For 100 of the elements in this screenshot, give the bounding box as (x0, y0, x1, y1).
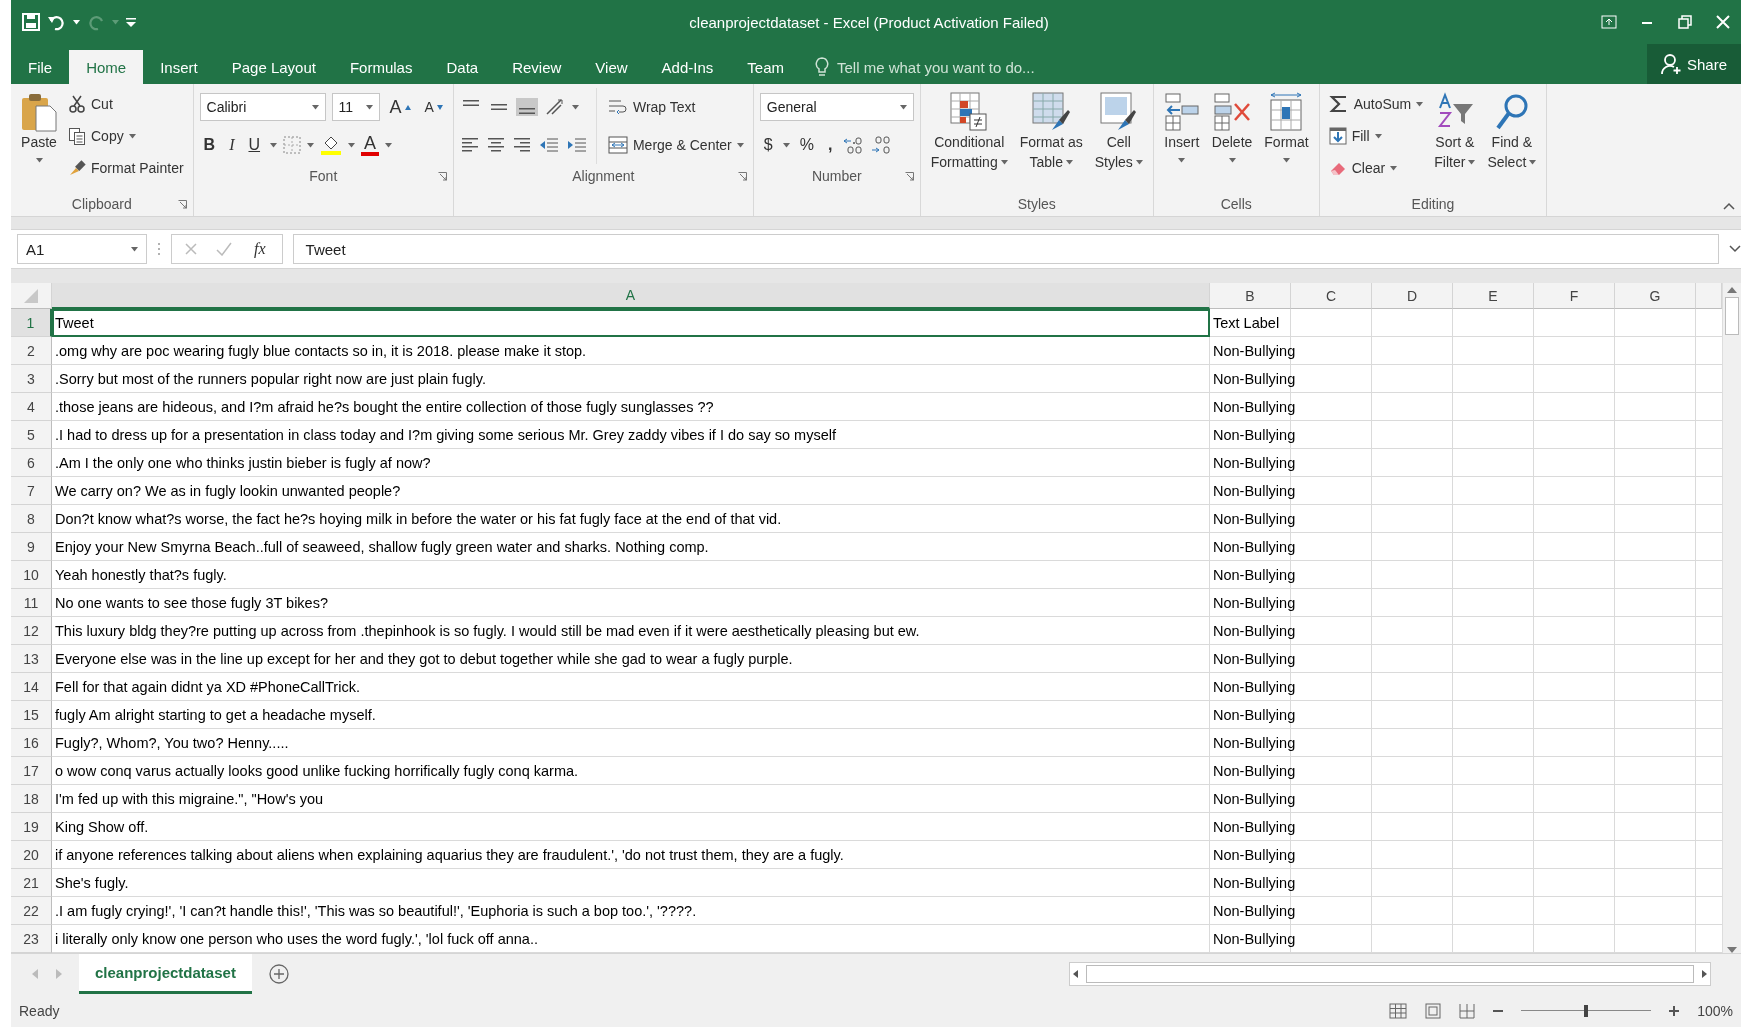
check-icon[interactable] (216, 242, 232, 256)
ribbon-button[interactable]: Format Painter (65, 154, 187, 182)
row-header[interactable]: 5 (11, 421, 52, 449)
customize-icon[interactable] (125, 16, 137, 28)
ribbon-tab[interactable]: View (578, 50, 645, 84)
zoom-level[interactable]: 100% (1697, 1002, 1733, 1019)
ribbon-button[interactable]: Find & Select (1483, 88, 1541, 176)
ribbon-button[interactable]: Paste (17, 88, 61, 172)
close-icon[interactable] (1715, 14, 1731, 30)
align-button[interactable] (515, 98, 538, 116)
column-header[interactable]: C (1291, 283, 1372, 309)
align-lines-icon[interactable] (459, 135, 480, 155)
row-header[interactable]: 8 (11, 505, 52, 533)
ribbon-tab[interactable]: Home (69, 50, 144, 84)
restore-icon[interactable] (1677, 14, 1693, 30)
font-color-button[interactable]: A (361, 134, 380, 156)
row-header[interactable]: 22 (11, 897, 52, 925)
row-header[interactable]: 20 (11, 841, 52, 869)
ribbon-display-icon[interactable] (1601, 14, 1617, 30)
ribbon-button[interactable]: Cut (65, 90, 187, 118)
ribbon-tab[interactable]: Data (429, 50, 496, 84)
ribbon-button[interactable]: AutoSum (1325, 90, 1427, 118)
currency-button[interactable]: $ (759, 134, 777, 156)
font-name-field[interactable]: Calibri (199, 93, 326, 121)
ribbon-tab[interactable]: File (11, 50, 70, 84)
add-sheet-icon[interactable] (267, 963, 290, 985)
tell-me-field[interactable]: Tell me what you want to do... (835, 57, 1099, 77)
row-header[interactable]: 6 (11, 449, 52, 477)
ribbon-button[interactable]: Clear (1325, 154, 1427, 182)
row-header[interactable]: 10 (11, 561, 52, 589)
insert-function-button[interactable]: fx (250, 238, 270, 260)
ribbon-button[interactable]: Sort & Filter (1430, 88, 1480, 176)
row-header[interactable]: 16 (11, 729, 52, 757)
fill-color-icon[interactable] (320, 135, 343, 155)
align-lines-icon[interactable] (485, 135, 506, 155)
row-header[interactable]: 19 (11, 813, 52, 841)
row-header[interactable]: 13 (11, 645, 52, 673)
row-header[interactable]: 1 (11, 309, 52, 337)
row-header[interactable]: 17 (11, 757, 52, 785)
zoom-in-icon[interactable] (1669, 1005, 1680, 1016)
ribbon-tab[interactable]: Team (730, 50, 801, 84)
row-header[interactable]: 7 (11, 477, 52, 505)
column-header[interactable]: A (52, 283, 1210, 309)
row-header[interactable]: 3 (11, 365, 52, 393)
increase-indent-icon[interactable] (565, 135, 588, 155)
number-format-field[interactable]: General (759, 93, 914, 121)
ribbon-button[interactable]: Insert (1159, 88, 1204, 172)
ribbon-button[interactable]: Fill (1325, 122, 1427, 150)
expand-icon[interactable] (1729, 245, 1741, 253)
italic-button[interactable]: I (225, 134, 239, 156)
font-size-field[interactable]: 11 (331, 93, 380, 121)
row-header[interactable]: 23 (11, 925, 52, 953)
ribbon-button[interactable]: Format (1260, 88, 1313, 172)
dialog-launcher-icon[interactable] (177, 200, 187, 209)
comma-button[interactable]: , (823, 134, 837, 156)
row-header[interactable]: 14 (11, 673, 52, 701)
column-header[interactable]: G (1615, 283, 1696, 309)
horizontal-scrollbar[interactable] (1069, 962, 1711, 986)
row-header[interactable]: 12 (11, 617, 52, 645)
ribbon-tab[interactable]: Formulas (332, 50, 430, 84)
column-header[interactable]: D (1372, 283, 1453, 309)
column-header[interactable]: E (1453, 283, 1534, 309)
ribbon-tab[interactable]: Page Layout (214, 50, 333, 84)
ribbon-tab[interactable]: Review (495, 50, 579, 84)
ribbon-button[interactable]: Conditional Formatting (926, 88, 1012, 176)
percent-button[interactable]: % (795, 134, 818, 156)
wrap-text-button[interactable]: Wrap Text (604, 93, 699, 121)
name-box[interactable]: A1 (17, 234, 147, 264)
save-icon[interactable] (21, 12, 41, 32)
vertical-scrollbar[interactable] (1722, 283, 1741, 953)
normal-view-icon[interactable] (1389, 1002, 1408, 1019)
row-header[interactable]: 18 (11, 785, 52, 813)
merge-center-button[interactable]: Merge & Center (604, 131, 747, 159)
share-button[interactable]: Share (1646, 44, 1741, 84)
dialog-launcher-icon[interactable] (904, 172, 914, 181)
shrink-font-button[interactable]: A (420, 97, 447, 117)
scrollbar-thumb[interactable] (1086, 965, 1694, 983)
increase-decimal-icon[interactable] (842, 135, 865, 155)
scrollbar-thumb[interactable] (1725, 297, 1739, 335)
align-lines-icon[interactable] (511, 135, 532, 155)
grow-font-button[interactable]: A (385, 94, 415, 120)
ribbon-button[interactable]: Format as Table (1015, 88, 1087, 176)
ribbon-tab[interactable]: Insert (143, 50, 215, 84)
column-header[interactable]: B (1210, 283, 1291, 309)
row-header[interactable]: 15 (11, 701, 52, 729)
dialog-launcher-icon[interactable] (437, 172, 447, 181)
row-header[interactable]: 4 (11, 393, 52, 421)
row-header[interactable]: 21 (11, 869, 52, 897)
zoom-slider[interactable] (1521, 1004, 1652, 1017)
column-header[interactable]: F (1534, 283, 1615, 309)
underline-button[interactable]: U (244, 134, 265, 156)
decrease-decimal-icon[interactable] (870, 135, 893, 155)
page-break-icon[interactable] (1459, 1002, 1476, 1019)
sheet-tab[interactable]: cleanprojectdataset (79, 954, 252, 994)
scroll-up-icon[interactable] (1727, 287, 1737, 293)
row-header[interactable]: 11 (11, 589, 52, 617)
page-layout-icon[interactable] (1425, 1002, 1442, 1019)
ribbon-button[interactable]: Delete (1207, 88, 1257, 172)
bold-button[interactable]: B (199, 134, 220, 156)
collapse-ribbon-icon[interactable] (1723, 202, 1735, 210)
